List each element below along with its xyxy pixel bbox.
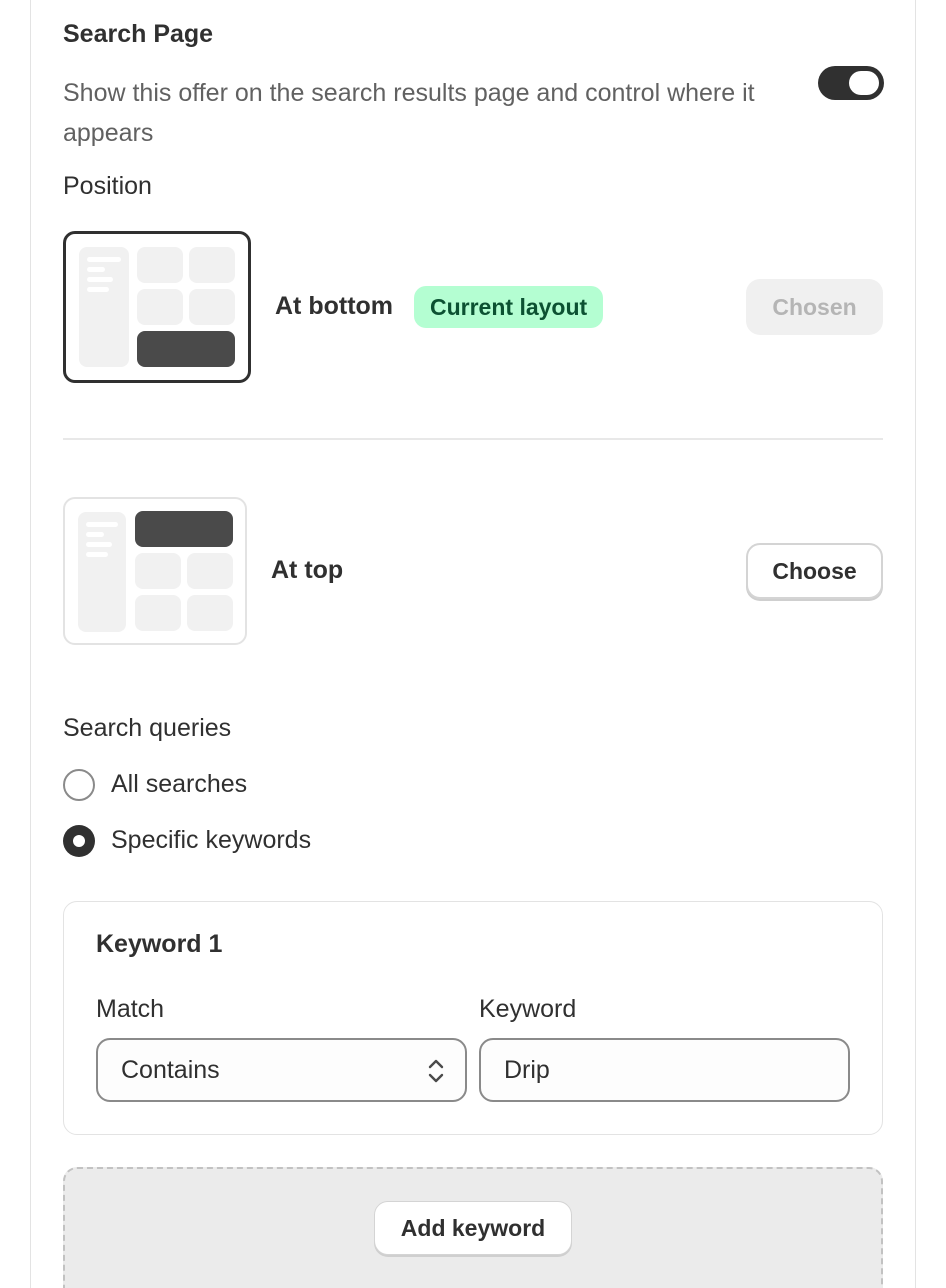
section-description: Show this offer on the search results pa…: [63, 79, 755, 147]
radio-specific-keywords[interactable]: [63, 825, 95, 857]
search-queries-label: Search queries: [63, 714, 232, 742]
thumb-offer-block: [135, 511, 233, 547]
section-title: Search Page: [63, 20, 214, 48]
radio-all-searches[interactable]: [63, 769, 95, 801]
thumb-sidebar: [78, 512, 126, 632]
layout-thumbnail-bottom[interactable]: [63, 231, 251, 383]
chosen-button[interactable]: Chosen: [746, 279, 883, 335]
match-select[interactable]: Contains: [96, 1038, 467, 1102]
position-label: Position: [63, 172, 152, 200]
option-name-bottom: At bottom: [275, 292, 394, 320]
keyword-card-title: Keyword 1: [96, 930, 223, 958]
layout-thumbnail-top[interactable]: [63, 497, 247, 645]
match-select-value: Contains: [121, 1056, 220, 1084]
match-label: Match: [96, 995, 165, 1023]
radio-dot: [73, 835, 85, 847]
divider: [63, 438, 883, 440]
keyword-label: Keyword: [479, 995, 577, 1023]
toggle-knob: [849, 71, 879, 95]
option-name-top: At top: [271, 556, 344, 584]
search-page-toggle[interactable]: [818, 66, 884, 100]
radio-label-specific-keywords[interactable]: Specific keywords: [111, 826, 311, 855]
thumb-sidebar: [79, 247, 129, 367]
keyword-input[interactable]: [479, 1038, 850, 1102]
radio-label-all-searches[interactable]: All searches: [111, 770, 247, 799]
current-layout-badge: Current layout: [414, 286, 604, 328]
chevron-up-down-icon: [428, 1059, 444, 1083]
add-keyword-button[interactable]: Add keyword: [374, 1201, 572, 1255]
thumb-offer-block: [137, 331, 235, 367]
choose-button[interactable]: Choose: [746, 543, 883, 599]
